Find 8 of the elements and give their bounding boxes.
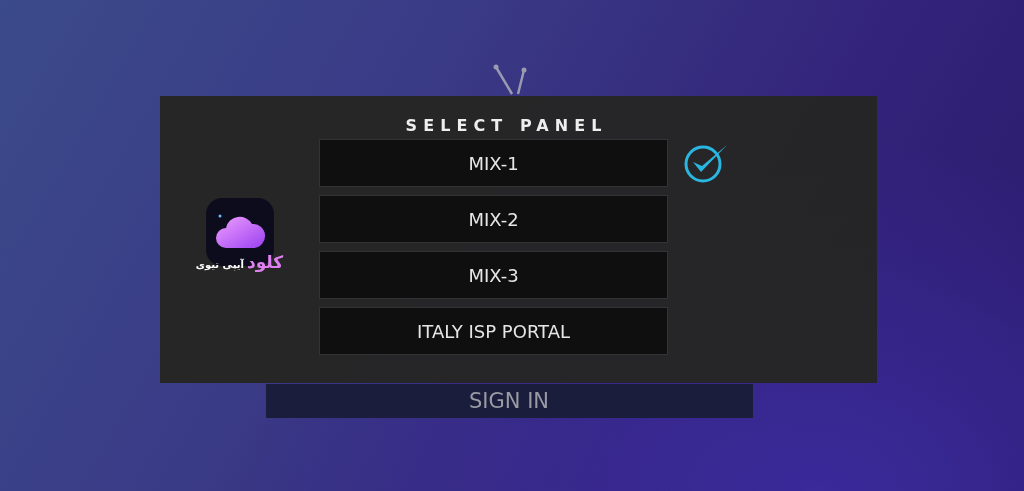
dialog-title: SELECT PANEL (404, 116, 609, 135)
panel-option[interactable]: MIX-1 (319, 139, 668, 187)
panel-option[interactable]: ITALY ISP PORTAL (319, 307, 668, 355)
brand-name: کلود (246, 251, 284, 272)
sign-in-button[interactable]: SIGN IN (265, 384, 753, 418)
panel-option[interactable]: MIX-2 (319, 195, 668, 243)
brand-subtitle: آیپی تیوی (195, 258, 244, 270)
panel-option[interactable]: MIX-3 (319, 251, 668, 299)
